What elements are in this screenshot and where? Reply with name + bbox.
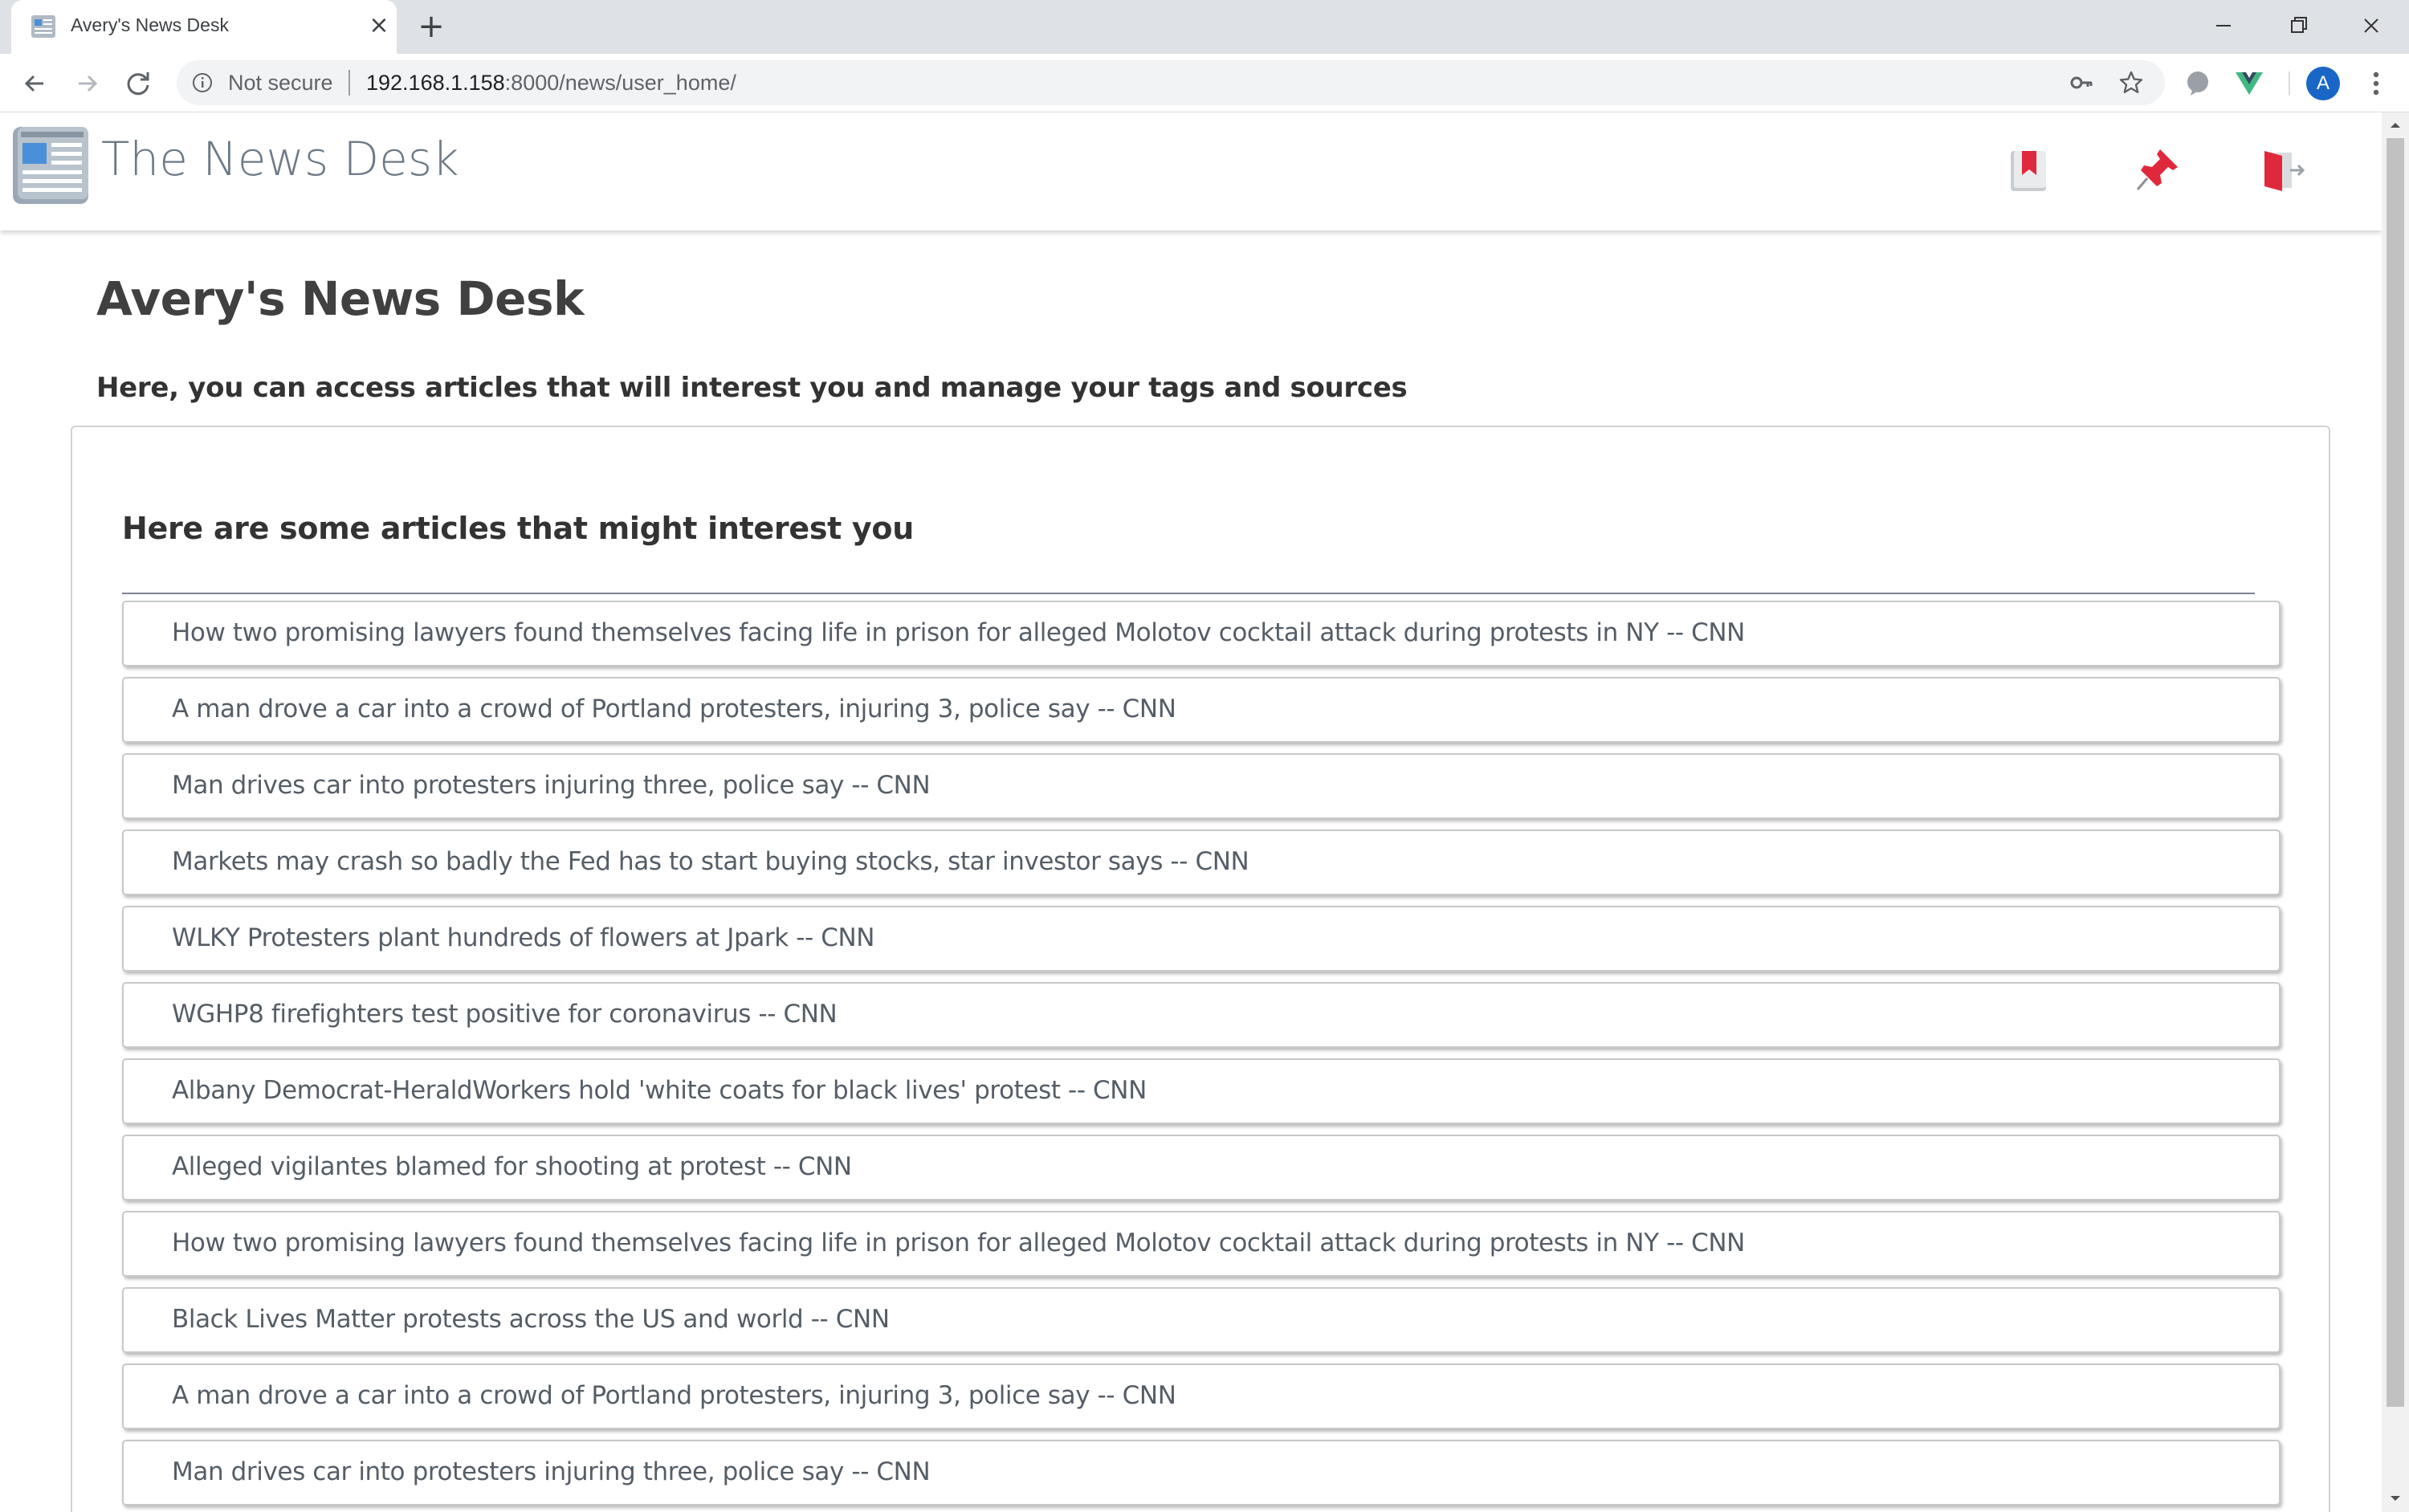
article-item[interactable]: Alleged vigilantes blamed for shooting a… [122,1135,2281,1200]
page-subtitle: Here, you can access articles that will … [96,372,1408,404]
article-item[interactable]: Markets may crash so badly the Fed has t… [122,829,2281,895]
scroll-up-icon[interactable] [2389,119,2402,132]
restore-window-icon[interactable] [2261,5,2334,47]
new-tab-icon[interactable]: + [414,10,448,43]
back-arrow-icon[interactable] [19,67,51,100]
article-item[interactable]: Man drives car into protesters injuring … [122,1440,2281,1506]
article-title[interactable]: WGHP8 firefighters test positive for cor… [172,1000,838,1029]
minimize-window-icon[interactable] [2187,5,2260,47]
toolbar-separator [2289,71,2290,96]
article-item[interactable]: Albany Democrat-HeraldWorkers hold 'whit… [122,1058,2281,1124]
article-title[interactable]: How two promising lawyers found themselv… [172,618,1745,647]
close-window-icon[interactable] [2335,5,2407,47]
articles-heading: Here are some articles that might intere… [122,511,914,546]
article-title[interactable]: A man drove a car into a crowd of Portla… [172,1381,1176,1410]
article-title[interactable]: Markets may crash so badly the Fed has t… [172,847,1249,876]
browser-toolbar: Not secure 192.168.1.158:8000/news/user_… [0,54,2409,112]
article-title[interactable]: WLKY Protesters plant hundreds of flower… [172,923,874,952]
bookmark-icon[interactable] [2004,146,2052,194]
articles-card: Here are some articles that might intere… [71,426,2330,1512]
page-scrollbar[interactable] [2382,112,2409,1512]
address-separator [349,70,350,96]
article-title[interactable]: How two promising lawyers found themselv… [172,1229,1745,1257]
logout-icon[interactable] [2258,146,2306,194]
profile-avatar[interactable]: A [2306,67,2340,100]
articles-divider [122,593,2255,594]
article-item[interactable]: How two promising lawyers found themselv… [122,1211,2281,1277]
key-icon[interactable] [2069,70,2094,96]
site-header: The News Desk [0,112,2382,230]
security-label: Not secure [228,71,333,95]
address-bar[interactable]: Not secure 192.168.1.158:8000/news/user_… [177,60,2165,105]
browser-tab[interactable]: Avery's News Desk × [11,0,397,54]
site-title[interactable]: The News Desk [101,132,459,186]
article-item[interactable]: WGHP8 firefighters test positive for cor… [122,982,2281,1048]
extension-bubble-icon[interactable] [2183,67,2213,98]
url-path: :8000/news/user_home/ [504,71,736,95]
article-title[interactable]: Man drives car into protesters injuring … [172,771,931,800]
article-title[interactable]: Alleged vigilantes blamed for shooting a… [172,1152,852,1181]
articles-list: How two promising lawyers found themselv… [122,601,2281,1512]
article-item[interactable]: A man drove a car into a crowd of Portla… [122,677,2281,743]
article-title[interactable]: Man drives car into protesters injuring … [172,1457,931,1486]
close-tab-icon[interactable]: × [365,11,393,40]
more-menu-icon[interactable] [2364,68,2388,99]
info-icon[interactable] [191,71,214,94]
article-item[interactable]: A man drove a car into a crowd of Portla… [122,1363,2281,1429]
url-text[interactable]: 192.168.1.158:8000/news/user_home/ [366,71,736,96]
article-item[interactable]: WLKY Protesters plant hundreds of flower… [122,906,2281,972]
article-title[interactable]: Black Lives Matter protests across the U… [172,1305,890,1334]
pin-icon[interactable] [2133,146,2181,194]
tab-title: Avery's News Desk [71,14,229,35]
browser-tabstrip: Avery's News Desk × + [0,0,2409,54]
scroll-down-icon[interactable] [2389,1492,2402,1505]
newspaper-favicon-icon [31,15,55,38]
article-title[interactable]: A man drove a car into a crowd of Portla… [172,695,1176,723]
article-title[interactable]: Albany Democrat-HeraldWorkers hold 'whit… [172,1076,1147,1105]
page-viewport: The News Desk Avery's News Desk Here, yo… [0,112,2382,1512]
article-item[interactable]: How two promising lawyers found themselv… [122,601,2281,666]
vue-devtools-icon[interactable] [2234,67,2264,98]
newspaper-logo-icon[interactable] [10,124,93,207]
article-item[interactable]: Black Lives Matter protests across the U… [122,1287,2281,1353]
article-item[interactable]: Man drives car into protesters injuring … [122,753,2281,819]
page-title: Avery's News Desk [96,271,585,326]
url-host: 192.168.1.158 [366,71,505,95]
reload-icon[interactable] [122,67,154,100]
scrollbar-thumb[interactable] [2387,138,2404,1407]
forward-arrow-icon[interactable] [71,67,103,100]
star-icon[interactable] [2118,70,2144,96]
